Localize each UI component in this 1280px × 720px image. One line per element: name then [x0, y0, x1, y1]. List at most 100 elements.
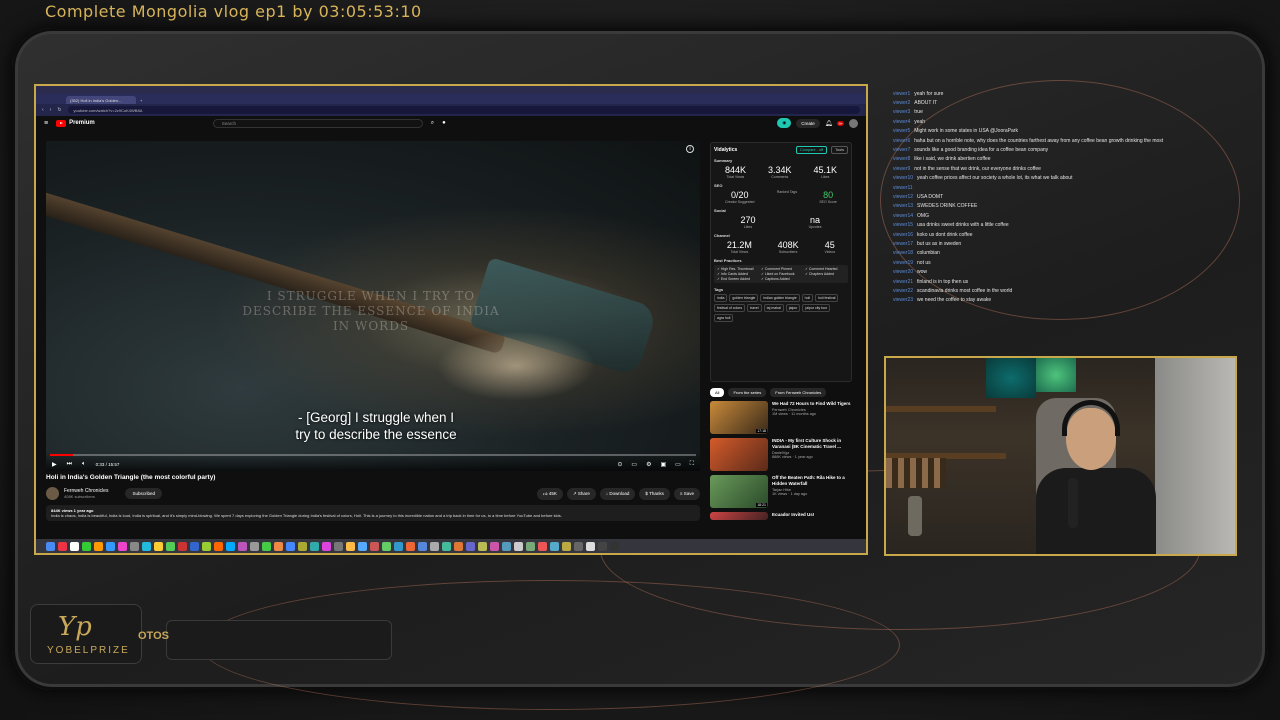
dock-app-icon[interactable] — [154, 541, 163, 551]
next-icon[interactable]: ⏭ — [67, 461, 72, 468]
dock-app-icon[interactable] — [130, 541, 139, 551]
dock-app-icon[interactable] — [190, 541, 199, 551]
compare-toggle[interactable]: Compare - off — [795, 146, 828, 154]
bell-icon[interactable]: 🔔︎ — [825, 120, 833, 127]
subscribed-button[interactable]: Subscribed — [125, 488, 162, 499]
chat-username[interactable]: viewer1 — [893, 91, 910, 97]
chat-username[interactable]: viewer22 — [893, 288, 913, 294]
tag-chip[interactable]: agra holi — [714, 314, 734, 322]
dock-app-icon[interactable] — [106, 541, 115, 551]
dock-app-icon[interactable] — [478, 541, 487, 551]
dock-app-icon[interactable] — [94, 541, 103, 551]
dock-app-icon[interactable] — [418, 541, 427, 551]
chat-username[interactable]: viewer21 — [893, 279, 913, 285]
dock-app-icon[interactable] — [526, 541, 535, 551]
volume-icon[interactable]: 🔈︎ — [82, 461, 86, 468]
recommended-title[interactable]: We Had 72 Hours to Find Wild Tigers — [772, 401, 851, 407]
dock-app-icon[interactable] — [430, 541, 439, 551]
back-icon[interactable]: ‹ — [42, 107, 44, 113]
reload-icon[interactable]: ↻ — [57, 107, 61, 113]
chat-username[interactable]: viewer6 — [893, 138, 910, 144]
dock-app-icon[interactable] — [370, 541, 379, 551]
dock-app-icon[interactable] — [226, 541, 235, 551]
dock-app-icon[interactable] — [166, 541, 175, 551]
microphone-icon[interactable]: ● — [442, 120, 446, 126]
dock-app-icon[interactable] — [454, 541, 463, 551]
tag-chip[interactable]: festival of colors — [714, 304, 746, 312]
dock-app-icon[interactable] — [586, 541, 595, 551]
tag-chip[interactable]: jaipur — [785, 304, 801, 312]
autoplay-toggle-icon[interactable]: ⊙ — [617, 461, 622, 468]
dock-app-icon[interactable] — [82, 541, 91, 551]
dock-app-icon[interactable] — [298, 541, 307, 551]
dock-app-icon[interactable] — [58, 541, 67, 551]
vidalytics-extension-button[interactable]: ◉ — [777, 118, 792, 128]
dock-app-icon[interactable] — [550, 541, 559, 551]
tag-chip[interactable]: jaipur city tour — [802, 304, 831, 312]
video-thumbnail[interactable]: 18:21 — [710, 475, 768, 508]
dock-app-icon[interactable] — [538, 541, 547, 551]
dock-app-icon[interactable] — [142, 541, 151, 551]
chat-username[interactable]: viewer17 — [893, 241, 913, 247]
dock-app-icon[interactable] — [274, 541, 283, 551]
save-button[interactable]: ≡ Save — [673, 487, 700, 500]
forward-icon[interactable]: › — [50, 107, 52, 113]
progress-bar[interactable] — [50, 454, 696, 456]
chat-username[interactable]: viewer14 — [893, 213, 913, 219]
dock-app-icon[interactable] — [358, 541, 367, 551]
channel-avatar[interactable] — [46, 487, 59, 500]
dock-app-icon[interactable] — [214, 541, 223, 551]
chat-username[interactable]: viewer2 — [893, 100, 910, 106]
chat-username[interactable]: viewer19 — [893, 260, 913, 266]
chat-username[interactable]: viewer4 — [893, 119, 910, 125]
menu-icon[interactable]: ≡ — [44, 120, 48, 127]
tag-chip[interactable]: holi — [801, 294, 814, 302]
thanks-button[interactable]: $ Thanks — [639, 487, 670, 500]
tag-chip[interactable]: india — [714, 294, 728, 302]
chat-username[interactable]: viewer3 — [893, 109, 910, 115]
tag-chip[interactable]: holi festival — [815, 294, 839, 302]
filter-chip[interactable]: From the series — [728, 388, 767, 397]
dock-app-icon[interactable] — [406, 541, 415, 551]
dock-app-icon[interactable] — [394, 541, 403, 551]
dock-app-icon[interactable] — [286, 541, 295, 551]
chat-username[interactable]: viewer23 — [893, 297, 913, 303]
tag-chip[interactable]: golden triangle — [729, 294, 759, 302]
dock-app-icon[interactable] — [178, 541, 187, 551]
share-button[interactable]: ↗ Share — [566, 487, 596, 500]
create-button[interactable]: Create — [796, 118, 820, 128]
dock-app-icon[interactable] — [118, 541, 127, 551]
dock-app-icon[interactable] — [514, 541, 523, 551]
dock-app-icon[interactable] — [70, 541, 79, 551]
dock-app-icon[interactable] — [382, 541, 391, 551]
dock-app-icon[interactable] — [238, 541, 247, 551]
settings-gear-icon[interactable]: ⚙ — [646, 461, 651, 468]
chat-username[interactable]: viewer12 — [893, 194, 913, 200]
dock-app-icon[interactable] — [574, 541, 583, 551]
subtitles-icon[interactable]: ▭ — [631, 461, 637, 468]
youtube-logo[interactable]: Premium — [56, 119, 95, 127]
chat-username[interactable]: viewer16 — [893, 232, 913, 238]
dock-app-icon[interactable] — [562, 541, 571, 551]
tag-chip[interactable]: travel — [747, 304, 762, 312]
dock-app-icon[interactable] — [502, 541, 511, 551]
recommended-title[interactable]: Off the Beaten Path: Rila Hike to a Hidd… — [772, 475, 852, 487]
video-thumbnail[interactable] — [710, 438, 768, 471]
chat-username[interactable]: viewer13 — [893, 203, 913, 209]
dock-app-icon[interactable] — [346, 541, 355, 551]
dock-app-icon[interactable] — [262, 541, 271, 551]
chat-username[interactable]: viewer10 — [893, 175, 913, 181]
dock-app-icon[interactable] — [250, 541, 259, 551]
chat-username[interactable]: viewer8 — [893, 156, 910, 162]
chat-username[interactable]: viewer9 — [893, 166, 910, 172]
filter-chip[interactable]: From Fernweh Chronicles — [770, 388, 827, 397]
recommended-video[interactable]: Ecuador Invited Us! — [710, 512, 852, 520]
dock-app-icon[interactable] — [466, 541, 475, 551]
search-icon[interactable]: ⌕ — [431, 120, 434, 127]
recommended-video[interactable]: 17:18 We Had 72 Hours to Find Wild Tigers… — [710, 401, 852, 434]
tag-chip[interactable]: taj mahal — [763, 304, 784, 312]
url-field[interactable]: youtube.com/watch?v=2z9CuK4WB8A — [67, 106, 860, 114]
download-button[interactable]: ↓ Download — [599, 487, 636, 500]
chat-username[interactable]: viewer18 — [893, 250, 913, 256]
chat-username[interactable]: viewer20 — [893, 269, 913, 275]
